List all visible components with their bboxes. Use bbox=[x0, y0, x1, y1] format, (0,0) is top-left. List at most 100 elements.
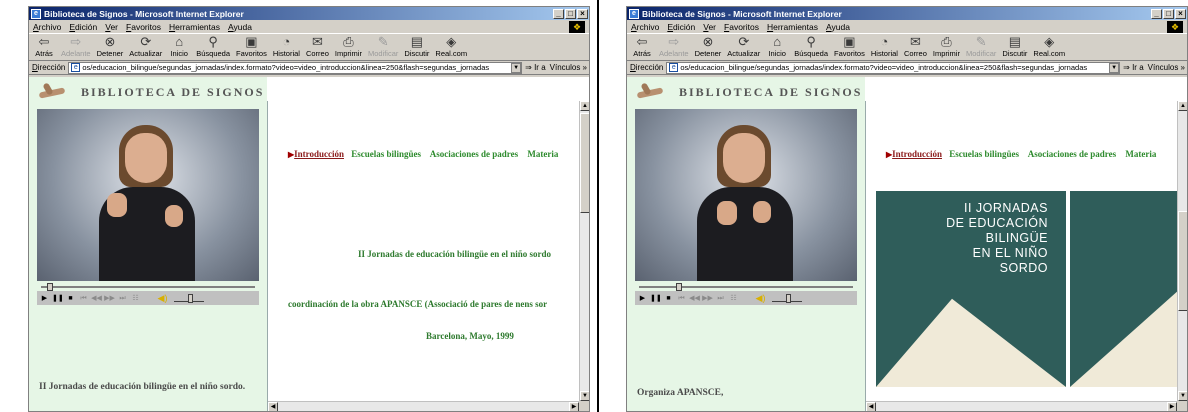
back-button[interactable]: ⇦ Atrás bbox=[631, 34, 653, 58]
print-button[interactable]: ⎙ Imprimir bbox=[335, 34, 362, 58]
menu-archivo[interactable]: Archivo bbox=[631, 22, 659, 32]
minimize-button[interactable]: _ bbox=[1151, 8, 1162, 19]
nav-introduccion[interactable]: Introducción bbox=[294, 149, 344, 159]
seek-thumb[interactable] bbox=[676, 283, 683, 291]
nav-asociaciones[interactable]: Asociaciones de padres bbox=[430, 149, 518, 159]
scroll-thumb[interactable] bbox=[1178, 211, 1187, 311]
links-button[interactable]: Vínculos » bbox=[1148, 63, 1187, 72]
menu-favoritos[interactable]: Favoritos bbox=[724, 22, 759, 32]
mail-button[interactable]: ✉ Correo bbox=[306, 34, 329, 58]
horizontal-scrollbar[interactable]: ◀ ▶ bbox=[866, 401, 1177, 411]
menu-edicion[interactable]: Edición bbox=[667, 22, 695, 32]
scroll-left-icon[interactable]: ◀ bbox=[866, 402, 876, 411]
horizontal-scrollbar[interactable]: ◀ ▶ bbox=[268, 401, 579, 411]
history-button[interactable]: ◔ Historial bbox=[871, 34, 898, 58]
menu-ayuda[interactable]: Ayuda bbox=[228, 22, 252, 32]
address-dropdown-icon[interactable]: ▼ bbox=[1109, 62, 1120, 73]
print-button[interactable]: ⎙ Imprimir bbox=[933, 34, 960, 58]
search-button[interactable]: ⚲ Búsqueda bbox=[196, 34, 230, 58]
skip-forward-icon[interactable]: ⏭ bbox=[117, 293, 128, 304]
forward-button[interactable]: ⇨ Adelante bbox=[659, 34, 689, 58]
maximize-button[interactable]: □ bbox=[1163, 8, 1174, 19]
menu-ayuda[interactable]: Ayuda bbox=[826, 22, 850, 32]
address-dropdown-icon[interactable]: ▼ bbox=[511, 62, 522, 73]
back-button[interactable]: ⇦ Atrás bbox=[33, 34, 55, 58]
volume-icon[interactable]: ◀) bbox=[755, 293, 766, 304]
go-button[interactable]: ⇒ Ir a bbox=[525, 63, 546, 72]
refresh-button[interactable]: ⟳ Actualizar bbox=[129, 34, 162, 58]
menu-favoritos[interactable]: Favoritos bbox=[126, 22, 161, 32]
stop-button[interactable]: ⊗ Detener bbox=[97, 34, 124, 58]
pause-icon[interactable]: ❚❚ bbox=[52, 293, 64, 304]
scroll-left-icon[interactable]: ◀ bbox=[268, 402, 278, 411]
menu-herramientas[interactable]: Herramientas bbox=[767, 22, 818, 32]
volume-slider[interactable] bbox=[772, 294, 802, 303]
volume-slider[interactable] bbox=[174, 294, 204, 303]
close-button[interactable]: × bbox=[577, 8, 588, 19]
playlist-icon[interactable]: ☷ bbox=[728, 293, 739, 304]
scroll-thumb[interactable] bbox=[580, 113, 589, 213]
video-seek-bar[interactable] bbox=[635, 283, 857, 291]
history-button[interactable]: ◔ Historial bbox=[273, 34, 300, 58]
fast-forward-icon[interactable]: ▶▶ bbox=[702, 293, 713, 304]
menu-ver[interactable]: Ver bbox=[703, 22, 716, 32]
realcom-button[interactable]: ◈ Real.com bbox=[1033, 34, 1065, 58]
scroll-down-icon[interactable]: ▼ bbox=[580, 391, 589, 401]
minimize-button[interactable]: _ bbox=[553, 8, 564, 19]
address-input[interactable]: e os/educacion_bilingue/segundas_jornada… bbox=[68, 61, 523, 74]
forward-button[interactable]: ⇨ Adelante bbox=[61, 34, 91, 58]
mail-button[interactable]: ✉ Correo bbox=[904, 34, 927, 58]
nav-asociaciones[interactable]: Asociaciones de padres bbox=[1028, 149, 1116, 159]
skip-back-icon[interactable]: ⏮ bbox=[78, 293, 89, 304]
nav-escuelas[interactable]: Escuelas bilingües bbox=[949, 149, 1019, 159]
home-button[interactable]: ⌂ Inicio bbox=[766, 34, 788, 58]
scroll-down-icon[interactable]: ▼ bbox=[1178, 391, 1187, 401]
playlist-icon[interactable]: ☷ bbox=[130, 293, 141, 304]
scroll-up-icon[interactable]: ▲ bbox=[1178, 101, 1187, 111]
play-icon[interactable]: ▶ bbox=[637, 293, 648, 304]
pause-icon[interactable]: ❚❚ bbox=[650, 293, 662, 304]
video-seek-bar[interactable] bbox=[37, 283, 259, 291]
realcom-button[interactable]: ◈ Real.com bbox=[435, 34, 467, 58]
menu-edicion[interactable]: Edición bbox=[69, 22, 97, 32]
nav-escuelas[interactable]: Escuelas bilingües bbox=[351, 149, 421, 159]
vertical-scrollbar[interactable]: ▲ ▼ bbox=[1177, 101, 1187, 401]
address-input[interactable]: e os/educacion_bilingue/segundas_jornada… bbox=[666, 61, 1121, 74]
stop-button[interactable]: ⊗ Detener bbox=[695, 34, 722, 58]
scroll-right-icon[interactable]: ▶ bbox=[1167, 402, 1177, 411]
skip-back-icon[interactable]: ⏮ bbox=[676, 293, 687, 304]
scroll-up-icon[interactable]: ▲ bbox=[580, 101, 589, 111]
refresh-button[interactable]: ⟳ Actualizar bbox=[727, 34, 760, 58]
favorites-button[interactable]: ▣ Favoritos bbox=[834, 34, 865, 58]
favorites-button[interactable]: ▣ Favoritos bbox=[236, 34, 267, 58]
menu-herramientas[interactable]: Herramientas bbox=[169, 22, 220, 32]
volume-thumb[interactable] bbox=[786, 294, 791, 303]
stop-icon[interactable]: ■ bbox=[663, 293, 674, 304]
go-button[interactable]: ⇒ Ir a bbox=[1123, 63, 1144, 72]
search-button[interactable]: ⚲ Búsqueda bbox=[794, 34, 828, 58]
home-button[interactable]: ⌂ Inicio bbox=[168, 34, 190, 58]
volume-thumb[interactable] bbox=[188, 294, 193, 303]
discuss-button[interactable]: ▤ Discutir bbox=[1002, 34, 1027, 58]
menu-archivo[interactable]: Archivo bbox=[33, 22, 61, 32]
discuss-button[interactable]: ▤ Discutir bbox=[404, 34, 429, 58]
skip-forward-icon[interactable]: ⏭ bbox=[715, 293, 726, 304]
rewind-icon[interactable]: ◀◀ bbox=[689, 293, 700, 304]
links-button[interactable]: Vínculos » bbox=[550, 63, 589, 72]
scroll-right-icon[interactable]: ▶ bbox=[569, 402, 579, 411]
vertical-scrollbar[interactable]: ▲ ▼ bbox=[579, 101, 589, 401]
close-button[interactable]: × bbox=[1175, 8, 1186, 19]
edit-button[interactable]: ✎ Modificar bbox=[368, 34, 398, 58]
stop-icon[interactable]: ■ bbox=[65, 293, 76, 304]
nav-materia[interactable]: Materia bbox=[527, 149, 558, 159]
seek-thumb[interactable] bbox=[47, 283, 54, 291]
rewind-icon[interactable]: ◀◀ bbox=[91, 293, 102, 304]
sign-language-video[interactable] bbox=[635, 109, 857, 281]
volume-icon[interactable]: ◀) bbox=[157, 293, 168, 304]
sign-language-video[interactable] bbox=[37, 109, 259, 281]
menu-ver[interactable]: Ver bbox=[105, 22, 118, 32]
play-icon[interactable]: ▶ bbox=[39, 293, 50, 304]
maximize-button[interactable]: □ bbox=[565, 8, 576, 19]
nav-introduccion[interactable]: Introducción bbox=[892, 149, 942, 159]
edit-button[interactable]: ✎ Modificar bbox=[966, 34, 996, 58]
